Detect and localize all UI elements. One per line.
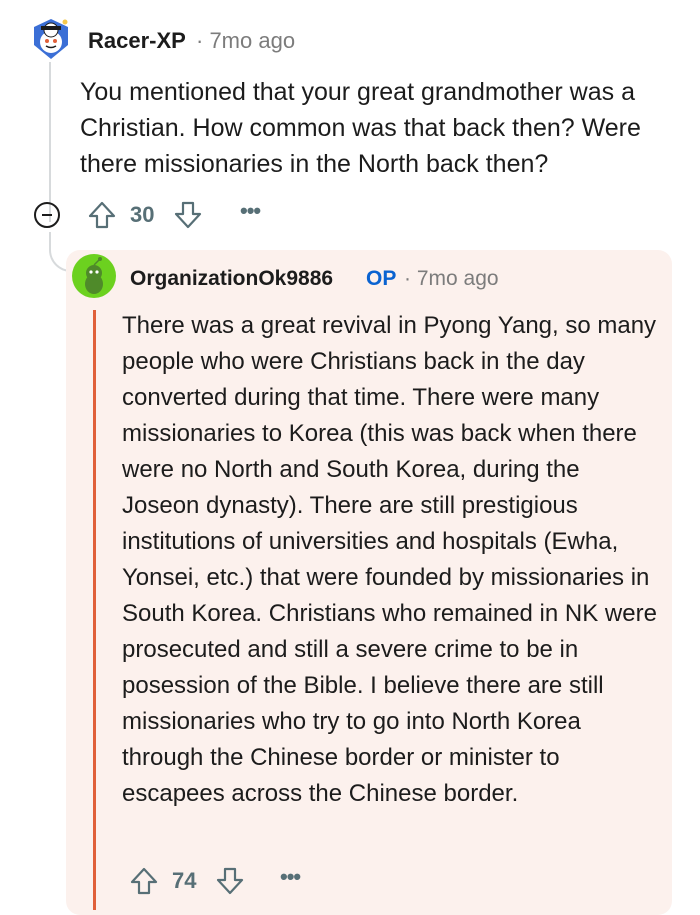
upvote-button[interactable] bbox=[88, 200, 116, 230]
snoo-avatar-icon bbox=[34, 19, 68, 59]
reply-timestamp: · 7mo ago bbox=[404, 267, 499, 290]
snoo-avatar-icon bbox=[72, 254, 116, 298]
more-options-button[interactable]: ••• bbox=[280, 864, 301, 890]
reply-body: There was a great revival in Pyong Yang,… bbox=[122, 312, 657, 807]
downvote-button[interactable] bbox=[216, 866, 244, 896]
downvote-arrow-icon bbox=[216, 867, 244, 895]
comment-author[interactable]: Racer-XP bbox=[88, 28, 186, 54]
comment-body: You mentioned that your great grandmothe… bbox=[80, 78, 641, 178]
comment-actions: 30 ••• bbox=[34, 198, 334, 234]
comment-timestamp: · 7mo ago bbox=[196, 28, 296, 53]
reply-actions: 74 ••• bbox=[130, 864, 430, 900]
reply-accent-bar bbox=[93, 310, 96, 910]
upvote-arrow-icon bbox=[88, 201, 116, 229]
avatar[interactable] bbox=[72, 254, 116, 298]
comment-thread: Racer-XP · 7mo ago You mentioned that yo… bbox=[0, 0, 700, 915]
op-badge: OP bbox=[366, 267, 397, 290]
reply-author[interactable]: OrganizationOk9886 bbox=[130, 267, 333, 291]
vote-score: 30 bbox=[130, 202, 155, 227]
avatar[interactable] bbox=[30, 18, 72, 60]
downvote-arrow-icon bbox=[174, 201, 202, 229]
collapse-button[interactable] bbox=[34, 202, 60, 228]
more-options-button[interactable]: ••• bbox=[240, 198, 261, 224]
downvote-button[interactable] bbox=[174, 200, 202, 230]
upvote-button[interactable] bbox=[130, 866, 158, 896]
upvote-arrow-icon bbox=[130, 867, 158, 895]
vote-score: 74 bbox=[172, 868, 197, 893]
